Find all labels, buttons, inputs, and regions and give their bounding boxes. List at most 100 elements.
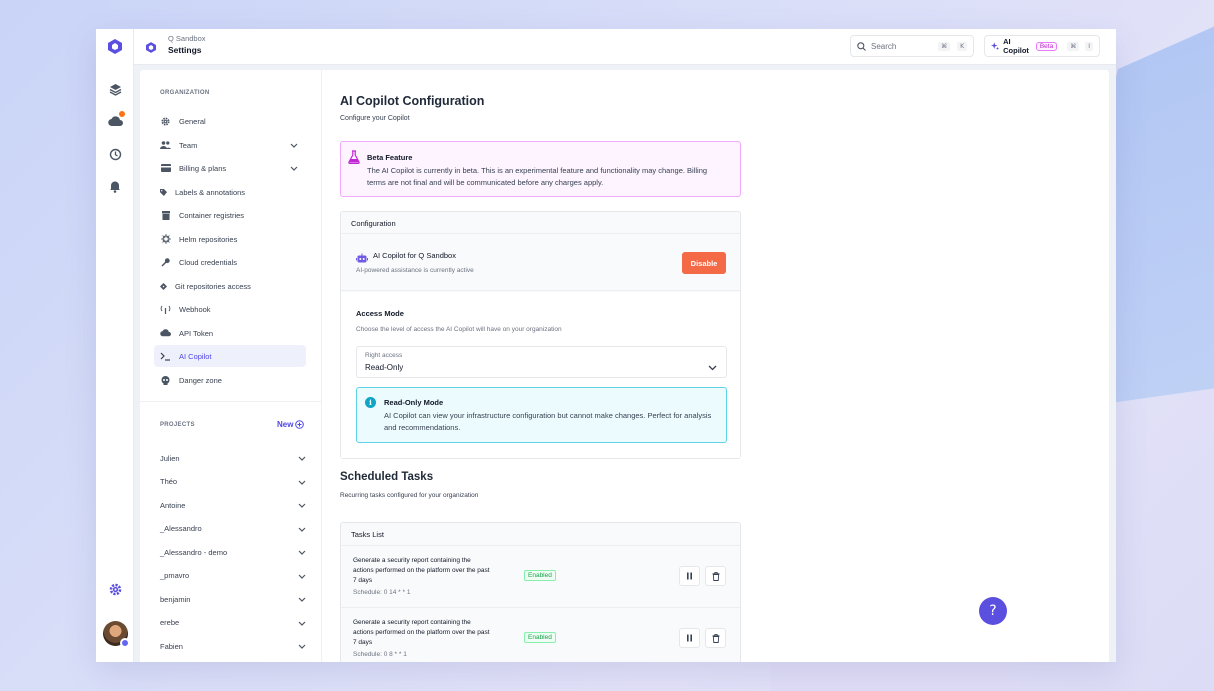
chevron-down-icon bbox=[290, 164, 298, 173]
chevron-down-icon bbox=[298, 548, 306, 557]
shortcut-key: I bbox=[1085, 41, 1093, 51]
layers-icon[interactable] bbox=[107, 81, 123, 97]
tag-icon bbox=[160, 187, 167, 198]
sidebar-item-label: General bbox=[179, 116, 206, 126]
ai-copilot-button[interactable]: AI Copilot Beta ⌘ I bbox=[984, 35, 1100, 57]
search-input[interactable]: Search ⌘ K bbox=[850, 35, 974, 57]
read-only-title: Read-Only Mode bbox=[384, 398, 444, 407]
task-row: Generate a security report containing th… bbox=[341, 607, 740, 662]
delete-button[interactable] bbox=[705, 628, 726, 648]
scheduled-tasks-subtitle: Recurring tasks configured for your orga… bbox=[340, 492, 479, 499]
sidebar-item-label: Danger zone bbox=[179, 375, 222, 385]
logo-icon[interactable] bbox=[107, 38, 123, 54]
avatar-badge bbox=[120, 638, 130, 648]
project-item[interactable]: Antoine bbox=[160, 496, 306, 514]
search-placeholder: Search bbox=[871, 41, 897, 51]
chevron-down-icon bbox=[708, 358, 717, 376]
org-name[interactable]: Q Sandbox bbox=[168, 34, 206, 43]
access-mode-section: Access Mode Choose the level of access t… bbox=[341, 292, 740, 458]
trash-icon bbox=[712, 633, 719, 643]
project-item[interactable]: _Alessandro bbox=[160, 520, 306, 538]
chevron-down-icon bbox=[298, 619, 306, 628]
sidebar-item-webhook[interactable]: Webhook bbox=[154, 298, 306, 320]
project-label: _Alessandro bbox=[160, 524, 202, 533]
project-item[interactable]: Théo bbox=[160, 473, 306, 491]
project-item[interactable]: Julien bbox=[160, 449, 306, 467]
ai-copilot-label: AI Copilot bbox=[1003, 37, 1029, 55]
settings-sidebar: ORGANIZATION General Team Billing & plan… bbox=[140, 70, 322, 662]
project-item[interactable]: _Alessandro - demo bbox=[160, 543, 306, 561]
sidebar-item-billing[interactable]: Billing & plans bbox=[154, 157, 306, 179]
sidebar-item-label: Webhook bbox=[179, 304, 211, 314]
sidebar-item-label: AI Copilot bbox=[179, 351, 212, 361]
sidebar-item-api-token[interactable]: API Token bbox=[154, 322, 306, 344]
chevron-down-icon bbox=[298, 454, 306, 463]
cloud-icon[interactable] bbox=[107, 111, 125, 129]
antenna-icon bbox=[160, 304, 171, 315]
section-title-projects: PROJECTS bbox=[160, 422, 195, 428]
flask-icon bbox=[348, 150, 360, 169]
avatar[interactable] bbox=[103, 621, 130, 648]
sidebar-item-danger-zone[interactable]: Danger zone bbox=[154, 369, 306, 391]
chevron-down-icon bbox=[298, 525, 306, 534]
access-mode-select[interactable]: Right access Read-Only bbox=[356, 346, 727, 378]
sparkle-icon bbox=[991, 42, 1000, 51]
history-icon[interactable] bbox=[107, 146, 123, 162]
new-project-button[interactable]: New bbox=[277, 420, 305, 429]
gear-icon[interactable] bbox=[107, 581, 123, 597]
project-item[interactable]: benjamin bbox=[160, 590, 306, 608]
app-window: Q Sandbox Settings Search ⌘ K AI Copilot… bbox=[96, 29, 1116, 662]
pause-button[interactable] bbox=[679, 566, 700, 586]
project-label: _pmavro bbox=[160, 571, 190, 580]
sidebar-item-labels[interactable]: Labels & annotations bbox=[154, 181, 306, 203]
project-label: Fabien bbox=[160, 641, 183, 651]
chevron-down-icon bbox=[298, 478, 306, 487]
sidebar-item-general[interactable]: General bbox=[154, 110, 306, 132]
content-shell: ORGANIZATION General Team Billing & plan… bbox=[134, 65, 1116, 662]
project-item[interactable]: _pmavro bbox=[160, 567, 306, 585]
chevron-down-icon bbox=[298, 501, 306, 510]
project-item[interactable]: Fabien bbox=[160, 637, 306, 655]
project-item[interactable]: GDS bbox=[160, 661, 306, 663]
scheduled-tasks-title: Scheduled Tasks bbox=[340, 471, 434, 483]
divider bbox=[140, 401, 322, 402]
sidebar-item-helm[interactable]: Helm repositories bbox=[154, 228, 306, 250]
sidebar-item-cloud-credentials[interactable]: Cloud credentials bbox=[154, 251, 306, 273]
bell-icon[interactable] bbox=[107, 178, 123, 194]
pause-icon bbox=[687, 634, 692, 642]
status-badge: Enabled bbox=[524, 632, 556, 643]
sidebar-item-label: Labels & annotations bbox=[175, 187, 246, 197]
help-button[interactable]: ? bbox=[979, 597, 1007, 625]
copilot-status-text: AI-powered assistance is currently activ… bbox=[356, 267, 474, 274]
disable-button[interactable]: Disable bbox=[682, 252, 726, 274]
plus-circle-icon bbox=[295, 420, 305, 429]
sidebar-item-label: Cloud credentials bbox=[179, 257, 237, 267]
pause-button[interactable] bbox=[679, 628, 700, 648]
info-icon: i bbox=[365, 397, 376, 408]
select-value: Read-Only bbox=[365, 363, 404, 372]
card-header: Tasks List bbox=[351, 530, 384, 539]
sidebar-item-ai-copilot[interactable]: AI Copilot bbox=[154, 345, 306, 367]
copilot-title: AI Copilot for Q Sandbox bbox=[373, 251, 456, 260]
chevron-down-icon bbox=[290, 141, 298, 150]
box-icon bbox=[160, 210, 171, 221]
project-item[interactable]: erebe bbox=[160, 614, 306, 632]
section-title-organization: ORGANIZATION bbox=[160, 90, 210, 96]
gear-icon bbox=[160, 116, 171, 127]
beta-notice-title: Beta Feature bbox=[367, 153, 413, 162]
sidebar-item-container-registries[interactable]: Container registries bbox=[154, 204, 306, 226]
project-label: erebe bbox=[160, 618, 180, 627]
card-header: Configuration bbox=[341, 212, 740, 234]
settings-panel: ORGANIZATION General Team Billing & plan… bbox=[140, 70, 1109, 662]
org-logo-icon[interactable] bbox=[146, 40, 156, 58]
delete-button[interactable] bbox=[705, 566, 726, 586]
sidebar-item-team[interactable]: Team bbox=[154, 134, 306, 156]
sidebar-item-label: API Token bbox=[179, 328, 214, 338]
pause-icon bbox=[687, 572, 692, 580]
status-badge: Enabled bbox=[524, 570, 556, 581]
shortcut-key: ⌘ bbox=[1067, 41, 1080, 51]
beta-notice-text: The AI Copilot is currently in beta. Thi… bbox=[367, 166, 708, 187]
sidebar-item-git-access[interactable]: Git repositories access bbox=[154, 275, 306, 297]
sidebar-item-label: Helm repositories bbox=[179, 234, 238, 244]
robot-icon bbox=[356, 250, 368, 268]
